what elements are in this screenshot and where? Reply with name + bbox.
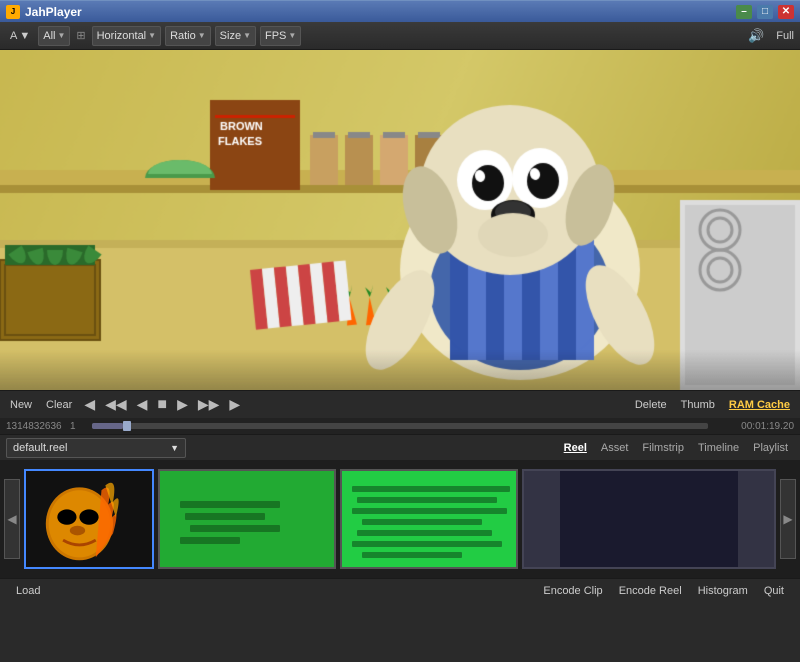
progress-bar-row: 1314832636 1 00:01:19.20 [0, 418, 800, 434]
toolbar: A ▼ All ▼ ⊞ Horizontal ▼ Ratio ▼ Size ▼ … [0, 22, 800, 50]
window-title: JahPlayer [25, 5, 731, 19]
new-button[interactable]: New [6, 399, 36, 411]
video-area [0, 50, 800, 390]
encode-clip-button[interactable]: Encode Clip [535, 579, 610, 602]
reel-dropdown[interactable]: default.reel ▼ [6, 438, 186, 458]
size-label: Size [220, 30, 241, 42]
thumbnail-3[interactable] [340, 469, 518, 569]
reel-bar: default.reel ▼ Reel Asset Filmstrip Time… [0, 434, 800, 460]
progress-handle[interactable] [123, 421, 131, 431]
encode-reel-button[interactable]: Encode Reel [611, 579, 690, 602]
track-label: A [10, 30, 17, 42]
horizontal-arrow: ▼ [148, 31, 156, 40]
horizontal-label: Horizontal [97, 30, 147, 42]
volume-icon[interactable]: 🔊 [748, 28, 764, 44]
quit-button[interactable]: Quit [756, 579, 792, 602]
dark-thumb-svg [524, 471, 774, 569]
green-text-thumb-svg [342, 471, 518, 569]
tab-timeline[interactable]: Timeline [692, 440, 745, 456]
progress-track[interactable] [92, 423, 708, 429]
ratio-dropdown[interactable]: Ratio ▼ [165, 26, 211, 46]
ratio-label: Ratio [170, 30, 196, 42]
delete-button[interactable]: Delete [631, 399, 671, 411]
tab-playlist[interactable]: Playlist [747, 440, 794, 456]
next-end-button[interactable]: ▶ [227, 396, 242, 413]
track-selector[interactable]: A ▼ [6, 28, 34, 44]
thumbnail-4[interactable] [522, 469, 776, 569]
fullscreen-button[interactable]: Full [776, 30, 794, 42]
ram-cache-button[interactable]: RAM Cache [725, 399, 794, 411]
prev-end-button[interactable]: ◀ [82, 396, 97, 413]
app-icon: J [6, 5, 20, 19]
maximize-button[interactable]: □ [757, 5, 773, 19]
play-button[interactable]: ▶ [175, 396, 190, 413]
strip-nav-right[interactable]: ▶ [780, 479, 796, 559]
histogram-button[interactable]: Histogram [690, 579, 756, 602]
stop-button[interactable]: ■ [155, 396, 169, 414]
reel-arrow: ▼ [170, 443, 179, 453]
fps-arrow: ▼ [288, 31, 296, 40]
clear-button[interactable]: Clear [42, 399, 76, 411]
prev-button[interactable]: ◀◀ [103, 396, 129, 413]
video-canvas [0, 50, 800, 390]
tab-filmstrip[interactable]: Filmstrip [636, 440, 690, 456]
thumbnail-2[interactable] [158, 469, 336, 569]
frame-number: 1314832636 1 [6, 421, 86, 432]
reel-name: default.reel [13, 442, 67, 454]
timecode: 00:01:19.20 [714, 421, 794, 432]
mask-svg [26, 471, 152, 567]
strip-nav-left[interactable]: ◀ [4, 479, 20, 559]
thumbnail-1[interactable] [24, 469, 154, 569]
controls-bar: New Clear ◀ ◀◀ ◀ ■ ▶ ▶▶ ▶ Delete Thumb R… [0, 390, 800, 418]
load-button[interactable]: Load [8, 579, 48, 602]
tab-reel[interactable]: Reel [558, 440, 593, 456]
progress-fill [92, 423, 123, 429]
green-thumb-svg [160, 471, 336, 569]
next-button[interactable]: ▶▶ [196, 396, 222, 413]
all-arrow: ▼ [57, 31, 65, 40]
title-bar: J JahPlayer – □ ✕ [0, 0, 800, 22]
layout-icon: ⊞ [76, 29, 85, 42]
size-arrow: ▼ [243, 31, 251, 40]
track-arrow: ▼ [19, 30, 30, 42]
all-label: All [43, 30, 55, 42]
tab-asset[interactable]: Asset [595, 440, 635, 456]
minimize-button[interactable]: – [736, 5, 752, 19]
thumbnail-strip: ◀ [0, 460, 800, 578]
bottom-bar: Load Encode Clip Encode Reel Histogram Q… [0, 578, 800, 602]
horizontal-dropdown[interactable]: Horizontal ▼ [92, 26, 161, 46]
close-button[interactable]: ✕ [778, 5, 794, 19]
fps-dropdown[interactable]: FPS ▼ [260, 26, 301, 46]
size-dropdown[interactable]: Size ▼ [215, 26, 256, 46]
all-dropdown[interactable]: All ▼ [38, 26, 70, 46]
step-back-button[interactable]: ◀ [135, 396, 150, 413]
ratio-arrow: ▼ [198, 31, 206, 40]
thumb-button[interactable]: Thumb [677, 399, 719, 411]
fps-label: FPS [265, 30, 286, 42]
